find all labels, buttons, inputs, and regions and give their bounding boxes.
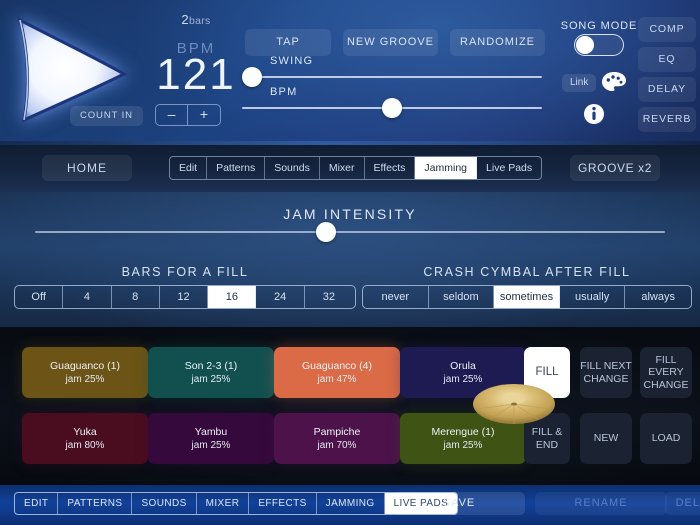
song-mode-toggle[interactable]	[574, 34, 624, 56]
bpm-increment-button[interactable]: +	[188, 105, 220, 125]
sound-pad-jam-value: jam 25%	[191, 373, 231, 385]
sound-pad[interactable]: Guaguanco (4) jam 47%	[274, 347, 400, 398]
delete-button[interactable]: DELETE	[665, 492, 700, 515]
save-button[interactable]: SAVE	[393, 492, 525, 515]
sound-pad-name: Yambu	[194, 425, 228, 438]
sound-pad-jam-value: jam 25%	[65, 373, 105, 385]
sound-pad-name: Orula	[450, 359, 476, 372]
crash-after-fill-group: never seldom sometimes usually always	[362, 285, 692, 309]
randomize-button[interactable]: RANDOMIZE	[450, 29, 545, 56]
palette-icon[interactable]	[601, 71, 627, 93]
sound-pad-name: Merengue (1)	[431, 425, 495, 438]
swing-slider-track	[242, 76, 542, 78]
song-mode-label: SONG MODE	[560, 20, 638, 32]
new-groove-button[interactable]: NEW GROOVE	[343, 29, 438, 56]
tab-sounds[interactable]: Sounds	[265, 157, 320, 179]
link-button[interactable]: Link	[562, 74, 597, 92]
sound-pad[interactable]: Yuka jam 80%	[22, 413, 148, 464]
bars-unit: bars	[188, 15, 211, 27]
tab-effects[interactable]: Effects	[365, 157, 416, 179]
bars-readout: 2bars	[148, 12, 244, 27]
rename-button[interactable]: RENAME	[535, 492, 667, 515]
section-tabs: Edit Patterns Sounds Mixer Effects Jamming Liv…	[169, 156, 543, 180]
util-pad-fill-end[interactable]: FILL & END	[524, 413, 570, 464]
sound-pad-jam-value: jam 25%	[443, 439, 483, 451]
sound-pad-name: Guaguanco (1)	[49, 359, 121, 372]
bars-option-16[interactable]: 16	[208, 286, 257, 308]
sound-pad-jam-value: jam 25%	[443, 373, 483, 385]
tab-patterns[interactable]: Patterns	[207, 157, 266, 179]
delay-button[interactable]: DELAY	[638, 77, 696, 102]
count-in-button[interactable]: COUNT IN	[70, 106, 143, 126]
crash-option-never[interactable]: never	[363, 286, 429, 308]
bars-option-12[interactable]: 12	[160, 286, 209, 308]
util-pad-fill-every-change[interactable]: FILL EVERY CHANGE	[640, 347, 692, 398]
comp-button[interactable]: COMP	[638, 17, 696, 42]
sound-pad-jam-value: jam 80%	[65, 439, 105, 451]
sound-pad[interactable]: Guaguanco (1) jam 25%	[22, 347, 148, 398]
sound-pad-jam-value: jam 47%	[317, 373, 357, 385]
crash-option-sometimes[interactable]: sometimes	[494, 286, 560, 308]
bars-option-off[interactable]: Off	[15, 286, 64, 308]
bars-option-8[interactable]: 8	[112, 286, 160, 308]
sound-pad[interactable]: Orula jam 25%	[400, 347, 526, 398]
song-mode-toggle-knob	[576, 36, 594, 54]
tab-edit[interactable]: Edit	[170, 157, 208, 179]
sound-pad-name: Pampiche	[313, 425, 361, 438]
bars-option-32[interactable]: 32	[305, 286, 353, 308]
bpm-slider-label: BPM	[270, 86, 298, 98]
util-pad-load[interactable]: LOAD	[640, 413, 692, 464]
crash-after-fill-label: CRASH CYMBAL AFTER FILL	[423, 265, 631, 279]
bottom-tab-effects[interactable]: EFFECTS	[249, 493, 317, 514]
crash-option-seldom[interactable]: seldom	[429, 286, 495, 308]
swing-slider-knob[interactable]	[242, 67, 262, 87]
bars-option-24[interactable]: 24	[256, 286, 305, 308]
crash-option-always[interactable]: always	[625, 286, 691, 308]
bottom-tab-sounds[interactable]: SOUNDS	[132, 493, 197, 514]
sound-pad-name: Son 2-3 (1)	[184, 359, 238, 372]
bpm-value: 121	[156, 50, 236, 99]
bpm-decrement-button[interactable]: –	[156, 105, 188, 125]
reverb-button[interactable]: REVERB	[638, 107, 696, 132]
jam-intensity-knob[interactable]	[315, 222, 336, 242]
tab-jamming[interactable]: Jamming	[415, 157, 478, 179]
jam-intensity-track	[35, 231, 665, 233]
jam-intensity-slider[interactable]	[35, 219, 665, 245]
sound-pad-name: Yuka	[73, 425, 97, 438]
tab-mixer[interactable]: Mixer	[320, 157, 365, 179]
bpm-stepper: – +	[155, 104, 221, 126]
bars-for-fill-label: BARS FOR A FILL	[121, 265, 249, 279]
swing-slider-label: SWING	[270, 55, 314, 67]
sound-pad[interactable]: Pampiche jam 70%	[274, 413, 400, 464]
sound-pad[interactable]: Yambu jam 25%	[148, 413, 274, 464]
bottom-tab-patterns[interactable]: PATTERNS	[58, 493, 133, 514]
groove-app-window: COUNT IN 2bars BPM 121 – + TAP NEW GROOV…	[0, 0, 700, 525]
bottom-tab-mixer[interactable]: MIXER	[197, 493, 250, 514]
util-pad-new[interactable]: NEW	[580, 413, 632, 464]
tap-button[interactable]: TAP	[245, 29, 331, 56]
util-pad-fill-next-change[interactable]: FILL NEXT CHANGE	[580, 347, 632, 398]
bottom-tab-edit[interactable]: EDIT	[15, 493, 59, 514]
bpm-slider-knob[interactable]	[382, 98, 402, 118]
sound-pad-jam-value: jam 25%	[191, 439, 231, 451]
sound-pad[interactable]: Merengue (1) jam 25%	[400, 413, 526, 464]
bars-option-4[interactable]: 4	[63, 286, 112, 308]
crash-option-usually[interactable]: usually	[560, 286, 626, 308]
eq-button[interactable]: EQ	[638, 47, 696, 72]
util-pad-fill[interactable]: FILL	[524, 347, 570, 398]
sound-pad-jam-value: jam 70%	[317, 439, 357, 451]
home-button[interactable]: HOME	[42, 155, 132, 181]
groove-x2-button[interactable]: GROOVE x2	[570, 155, 660, 181]
bottom-tab-jamming[interactable]: JAMMING	[317, 493, 385, 514]
bpm-slider[interactable]: BPM	[242, 86, 542, 121]
bars-value: 2	[181, 12, 189, 27]
tab-live-pads[interactable]: Live Pads	[477, 157, 541, 179]
info-icon[interactable]	[583, 103, 605, 125]
transport-panel: COUNT IN 2bars BPM 121 – + TAP NEW GROOV…	[0, 0, 700, 145]
sound-pad-name: Guaguanco (4)	[301, 359, 373, 372]
bottom-tabs: EDIT PATTERNS SOUNDS MIXER EFFECTS JAMMING LIV…	[14, 492, 459, 515]
sound-pad[interactable]: Son 2-3 (1) jam 25%	[148, 347, 274, 398]
bars-for-fill-group: Off 4 8 12 16 24 32	[14, 285, 356, 309]
